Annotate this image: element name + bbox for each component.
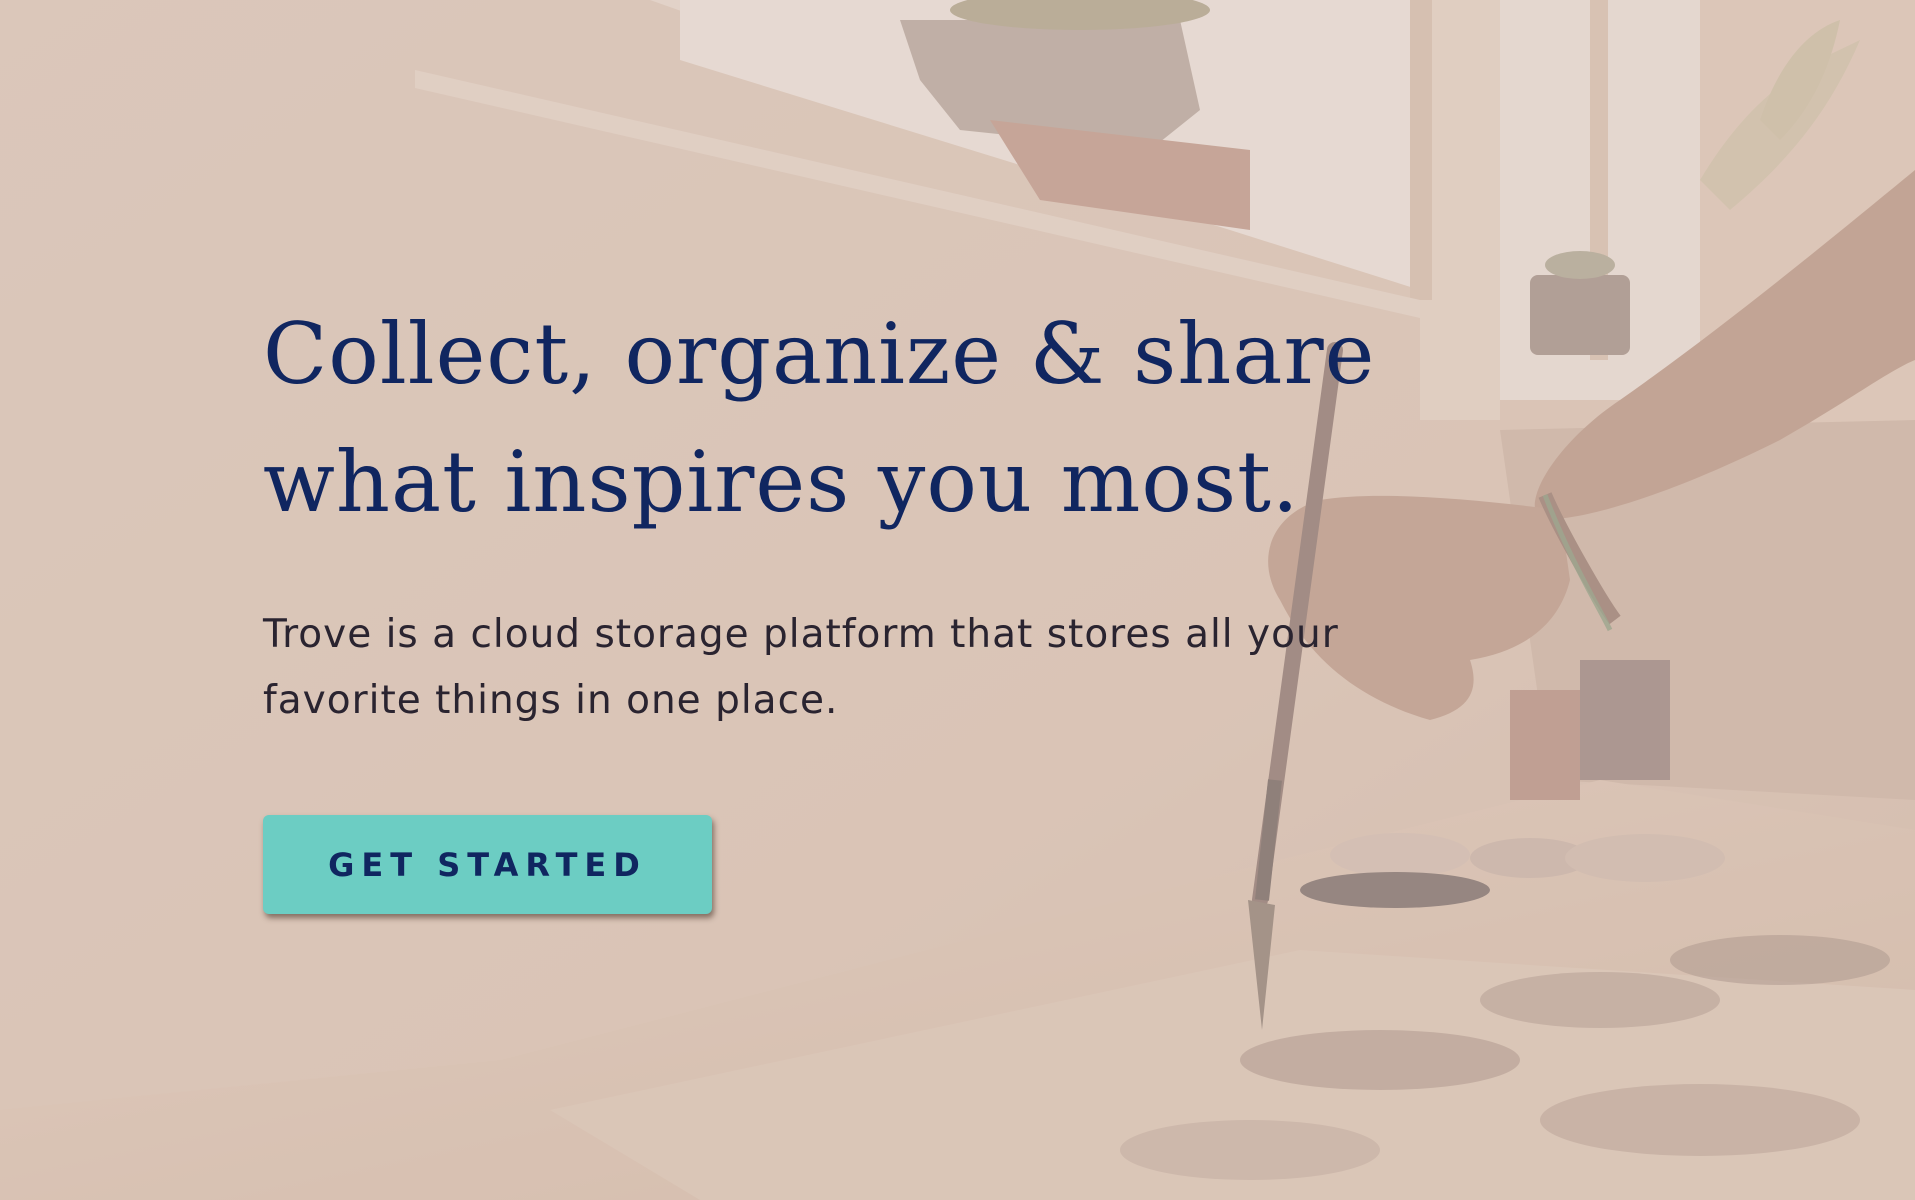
headline-line-1: Collect, organize & share xyxy=(263,305,1376,403)
headline-line-2: what inspires you most. xyxy=(263,433,1300,531)
get-started-button[interactable]: GET STARTED xyxy=(263,815,712,914)
hero-description: Trove is a cloud storage platform that s… xyxy=(263,612,1339,723)
hero-content: Collect, organize & share what inspires … xyxy=(263,290,1413,734)
hero-section: Collect, organize & share what inspires … xyxy=(0,0,1915,1200)
get-started-label: GET STARTED xyxy=(328,845,647,884)
hero-headline: Collect, organize & share what inspires … xyxy=(263,290,1413,546)
